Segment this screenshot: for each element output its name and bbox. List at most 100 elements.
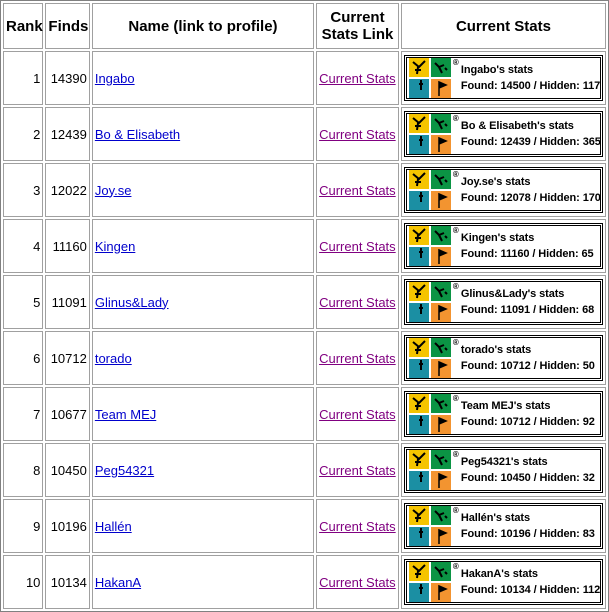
profile-link[interactable]: Team MEJ [95, 407, 156, 422]
profile-link[interactable]: Joy.se [95, 183, 132, 198]
rank-cell: 5 [3, 275, 44, 329]
stats-badge-inner: ® Joy.se's stats Found: 12078 / Hidden: … [405, 169, 601, 211]
stats-badge[interactable]: ® Kingen's stats Found: 11160 / Hidden: … [403, 223, 603, 269]
stats-link-cell: Current Stats [316, 275, 399, 329]
stats-cell: ® Joy.se's stats Found: 12078 / Hidden: … [400, 163, 606, 217]
stats-link-cell: Current Stats [316, 51, 399, 105]
profile-link[interactable]: Peg54321 [95, 463, 154, 478]
rank-value: 10 [25, 574, 41, 590]
stats-badge-inner: ® Kingen's stats Found: 11160 / Hidden: … [405, 225, 601, 267]
stats-badge[interactable]: ® HakanA's stats Found: 10134 / Hidden: … [403, 559, 603, 605]
stats-badge[interactable]: ® Hallén's stats Found: 10196 / Hidden: … [403, 503, 603, 549]
hidden-value: 117 [582, 80, 601, 92]
header-finds: Finds [45, 3, 90, 49]
finds-cell: 14390 [45, 51, 90, 105]
stats-text: Team MEJ's stats Found: 10712 / Hidden: … [461, 398, 595, 430]
stats-cell: ® Ingabo's stats Found: 14500 / Hidden: … [400, 51, 606, 105]
found-label: Found: [460, 136, 501, 148]
stats-badge-inner: ® Peg54321's stats Found: 10450 / Hidden… [405, 449, 601, 491]
found-value: 10450 [500, 472, 531, 484]
profile-link[interactable]: torado [95, 351, 132, 366]
stats-title: Bo & Elisabeth's stats [460, 120, 574, 132]
finds-cell: 10450 [45, 443, 90, 497]
finds-value: 10677 [50, 406, 87, 422]
geocaching-logo-icon [408, 170, 451, 210]
finds-cell: 11160 [45, 219, 90, 273]
hidden-label: / Hidden: [530, 528, 583, 540]
stats-counts: Found: 11160 / Hidden: 65 [461, 246, 594, 262]
stats-badge[interactable]: ® Peg54321's stats Found: 10450 / Hidden… [403, 447, 603, 493]
hidden-label: / Hidden: [530, 472, 583, 484]
finds-value: 11091 [51, 294, 87, 310]
hidden-value: 365 [582, 136, 601, 148]
hidden-value: 83 [582, 528, 595, 540]
stats-link-cell: Current Stats [316, 219, 399, 273]
profile-link[interactable]: Hallén [95, 519, 132, 534]
registered-mark: ® [452, 394, 459, 403]
profile-link[interactable]: HakanA [95, 575, 141, 590]
stats-badge[interactable]: ® Team MEJ's stats Found: 10712 / Hidden… [403, 391, 603, 437]
stats-title: Ingabo's stats [460, 64, 534, 76]
profile-link[interactable]: Ingabo [95, 71, 135, 86]
header-stats-link: Current Stats Link [316, 3, 399, 49]
profile-link[interactable]: Glinus&Lady [95, 295, 169, 310]
profile-link[interactable]: Bo & Elisabeth [95, 127, 180, 142]
stats-counts: Found: 10450 / Hidden: 32 [461, 470, 595, 486]
name-cell: HakanA [91, 555, 315, 609]
found-value: 12078 [500, 192, 531, 204]
stats-text: Bo & Elisabeth's stats Found: 12439 / Hi… [461, 118, 601, 150]
stats-link-cell: Current Stats [316, 443, 399, 497]
header-rank: Rank [3, 3, 44, 49]
current-stats-link[interactable]: Current Stats [319, 575, 396, 590]
rank-value: 4 [33, 238, 41, 254]
hidden-value: 68 [582, 304, 595, 316]
name-cell: Team MEJ [91, 387, 315, 441]
found-value: 10196 [500, 528, 531, 540]
current-stats-link[interactable]: Current Stats [319, 127, 396, 142]
stats-badge[interactable]: ® Glinus&Lady's stats Found: 11091 / Hid… [403, 279, 603, 325]
rank-value: 9 [33, 518, 41, 534]
stats-title: Kingen's stats [460, 232, 535, 244]
current-stats-link[interactable]: Current Stats [319, 463, 396, 478]
hidden-value: 50 [582, 360, 595, 372]
header-row: Rank Finds Name (link to profile) Curren… [3, 3, 606, 49]
hidden-label: / Hidden: [530, 360, 583, 372]
current-stats-link[interactable]: Current Stats [319, 519, 396, 534]
stats-badge[interactable]: ® Joy.se's stats Found: 12078 / Hidden: … [403, 167, 603, 213]
geocaching-logo-icon [408, 450, 451, 490]
profile-link[interactable]: Kingen [95, 239, 135, 254]
stats-cell: ® Peg54321's stats Found: 10450 / Hidden… [400, 443, 606, 497]
stats-title: Team MEJ's stats [460, 400, 551, 412]
table-body: 1 14390 Ingabo Current Stats ® Ingabo's … [3, 51, 606, 609]
stats-badge[interactable]: ® Ingabo's stats Found: 14500 / Hidden: … [403, 55, 603, 101]
stats-text: HakanA's stats Found: 10134 / Hidden: 11… [461, 566, 600, 598]
finds-value: 14390 [50, 70, 87, 86]
stats-badge[interactable]: ® Bo & Elisabeth's stats Found: 12439 / … [403, 111, 603, 157]
found-value: 10712 [500, 416, 531, 428]
hidden-value: 112 [582, 584, 601, 596]
header-stats-link-line1: Current [330, 9, 385, 26]
header-current-stats: Current Stats [400, 3, 606, 49]
stats-badge[interactable]: ® torado's stats Found: 10712 / Hidden: … [403, 335, 603, 381]
current-stats-link[interactable]: Current Stats [319, 71, 396, 86]
table-row: 7 10677 Team MEJ Current Stats ® Team ME… [3, 387, 606, 441]
current-stats-link[interactable]: Current Stats [319, 407, 396, 422]
stats-badge-inner: ® HakanA's stats Found: 10134 / Hidden: … [405, 561, 601, 603]
found-value: 14500 [500, 80, 531, 92]
table-row: 8 10450 Peg54321 Current Stats ® Peg5432… [3, 443, 606, 497]
found-value: 11091 [500, 304, 531, 316]
stats-title: torado's stats [460, 344, 532, 356]
stats-text: Joy.se's stats Found: 12078 / Hidden: 17… [461, 174, 601, 206]
current-stats-link[interactable]: Current Stats [319, 295, 396, 310]
header-stats-link-line2: Stats Link [321, 26, 394, 43]
current-stats-link[interactable]: Current Stats [319, 351, 396, 366]
geocaching-logo-icon [408, 226, 451, 266]
stats-link-cell: Current Stats [316, 331, 399, 385]
stats-cell: ® Glinus&Lady's stats Found: 11091 / Hid… [400, 275, 606, 329]
current-stats-link[interactable]: Current Stats [319, 183, 396, 198]
current-stats-link[interactable]: Current Stats [319, 239, 396, 254]
stats-text: Glinus&Lady's stats Found: 11091 / Hidde… [461, 286, 594, 318]
found-label: Found: [460, 360, 501, 372]
finds-cell: 12439 [45, 107, 90, 161]
rank-cell: 2 [3, 107, 44, 161]
